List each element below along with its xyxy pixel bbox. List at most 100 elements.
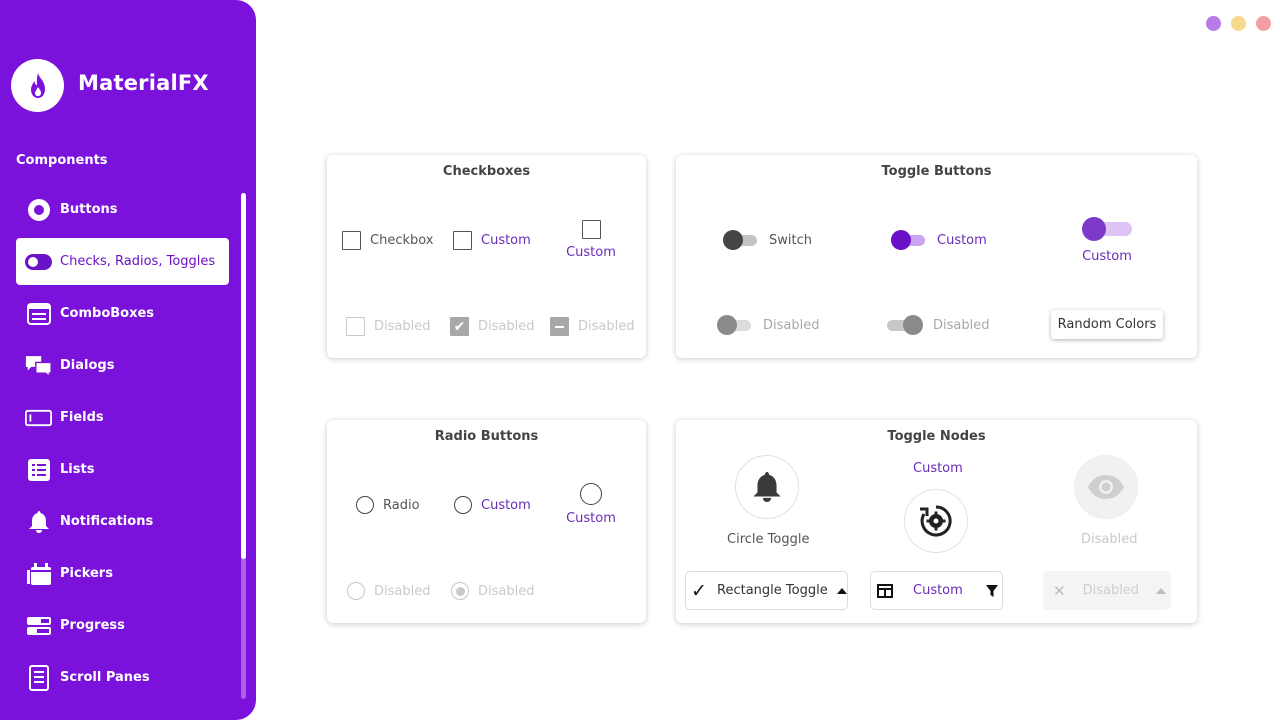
toggle-custom-stacked[interactable]: Custom: [1078, 217, 1136, 264]
sidebar-item-scroll-panes[interactable]: Scroll Panes: [16, 654, 229, 701]
section-title: Components: [16, 153, 108, 168]
sidebar-item-progress[interactable]: Progress: [16, 602, 229, 649]
sidebar-item-fields[interactable]: Fields: [16, 394, 229, 441]
close-icon: ✕: [1053, 581, 1066, 600]
eye-icon: [1088, 475, 1124, 499]
sidebar-item-lists[interactable]: Lists: [16, 446, 229, 493]
window-close-dot[interactable]: [1256, 16, 1271, 31]
sidebar-item-label: Fields: [60, 410, 104, 425]
radio-disabled-selected: Disabled: [451, 582, 534, 600]
checkbox-label: Disabled: [478, 319, 535, 334]
sidebar-item-label: Progress: [60, 618, 125, 633]
sidebar-scrollbar[interactable]: [241, 193, 246, 699]
radio-label: Disabled: [374, 583, 431, 599]
disabled-rectangle-label: Disabled: [1082, 583, 1140, 598]
sidebar-item-buttons[interactable]: Buttons: [16, 186, 229, 233]
sidebar-item-label: Buttons: [60, 202, 118, 217]
calendar-icon: [25, 560, 52, 587]
toggle-icon: [25, 248, 52, 275]
checkbox-label: Custom: [566, 245, 616, 260]
checkbox-custom-stacked[interactable]: Custom: [563, 220, 619, 260]
radio-circle: [347, 582, 365, 600]
indeterminate-icon: [550, 317, 569, 336]
sidebar: MaterialFX Components Buttons Checks, Ra…: [0, 0, 256, 720]
checkmark-icon: ✔: [450, 317, 469, 336]
custom-rectangle-toggle[interactable]: Custom: [870, 571, 1003, 610]
rectangle-toggle-label: Rectangle Toggle: [717, 583, 828, 598]
sidebar-scrollbar-thumb[interactable]: [241, 193, 246, 559]
disabled-circle-label: Disabled: [1081, 532, 1138, 547]
sidebar-item-notifications[interactable]: Notifications: [16, 498, 229, 545]
checkbox-custom[interactable]: Custom: [453, 231, 531, 250]
bell-icon: [25, 508, 52, 535]
switch-toggle[interactable]: [723, 230, 759, 250]
window-minimize-dot[interactable]: [1206, 16, 1221, 31]
checkbox-box: [346, 317, 365, 336]
radio-label: Custom: [566, 511, 616, 526]
checkbox-disabled-indeterminate: Disabled: [550, 317, 634, 336]
brand-title: MaterialFX: [78, 71, 209, 95]
sidebar-item-dialogs[interactable]: Dialogs: [16, 342, 229, 389]
toggle-label: Custom: [1082, 249, 1132, 264]
disabled-circle-toggle: [1074, 455, 1138, 519]
disabled-toggle: [717, 315, 753, 335]
radio-default[interactable]: Radio: [356, 496, 420, 514]
checkbox-default[interactable]: Checkbox: [342, 231, 434, 250]
radio-label: Custom: [481, 497, 531, 513]
progress-icon: [25, 612, 52, 639]
sidebar-item-checks-radios-toggles[interactable]: Checks, Radios, Toggles: [16, 238, 229, 285]
sidebar-item-pickers[interactable]: Pickers: [16, 550, 229, 597]
toggle-disabled-on: Disabled: [887, 315, 989, 335]
random-colors-button[interactable]: Random Colors: [1051, 310, 1163, 339]
card-title: Toggle Buttons: [881, 164, 992, 179]
radio-circle[interactable]: [454, 496, 472, 514]
radio-circle[interactable]: [580, 483, 602, 505]
sidebar-item-label: ComboBoxes: [60, 306, 155, 321]
checkboxes-card: Checkboxes Checkbox Custom Custom Disabl…: [327, 155, 646, 358]
disabled-rectangle-toggle: ✕ Disabled: [1043, 571, 1171, 610]
filter-icon: [985, 584, 998, 597]
checkbox-disabled-unchecked: Disabled: [346, 317, 430, 336]
toggle-label: Disabled: [763, 317, 820, 333]
bell-icon: [753, 472, 781, 502]
caret-up-icon: [836, 587, 847, 594]
toggle-custom[interactable]: Custom: [891, 230, 987, 250]
logo: [11, 59, 64, 112]
window-maximize-dot[interactable]: [1231, 16, 1246, 31]
custom-circle-label: Custom: [913, 461, 963, 476]
radio-circle[interactable]: [356, 496, 374, 514]
toggle-label: Disabled: [933, 317, 990, 333]
card-title: Checkboxes: [442, 164, 531, 179]
checkmark-icon: ✓: [691, 579, 707, 602]
sidebar-item-label: Notifications: [60, 514, 154, 529]
toggle-label: Switch: [769, 232, 812, 248]
radio-custom[interactable]: Custom: [454, 496, 531, 514]
custom-circle-toggle[interactable]: [904, 489, 968, 553]
checkbox-label: Custom: [481, 233, 531, 248]
sidebar-nav: Buttons Checks, Radios, Toggles ComboBox…: [16, 186, 229, 706]
toggle-switch[interactable]: Switch: [723, 230, 812, 250]
radio-disabled-unselected: Disabled: [347, 582, 430, 600]
sidebar-item-label: Dialogs: [60, 358, 115, 373]
sidebar-item-label: Pickers: [60, 566, 113, 581]
circle-toggle[interactable]: [735, 455, 799, 519]
custom-toggle-large[interactable]: [1082, 217, 1132, 241]
radio-buttons-card: Radio Buttons Radio Custom Custom Disabl…: [327, 420, 646, 623]
checkbox-box[interactable]: [581, 220, 601, 239]
radio-custom-stacked[interactable]: Custom: [563, 483, 619, 526]
sidebar-item-label: Checks, Radios, Toggles: [60, 254, 216, 269]
checkbox-label: Disabled: [578, 319, 635, 334]
checkbox-disabled-checked: ✔ Disabled: [450, 317, 534, 336]
checkbox-label: Checkbox: [370, 233, 434, 248]
checkbox-label: Disabled: [374, 319, 431, 334]
custom-toggle[interactable]: [891, 230, 927, 250]
radio-circle-icon: [25, 196, 52, 223]
checkbox-box[interactable]: [342, 231, 361, 250]
checkbox-box[interactable]: [453, 231, 472, 250]
rectangle-toggle[interactable]: ✓ Rectangle Toggle: [685, 571, 848, 610]
card-title: Radio Buttons: [434, 429, 539, 444]
disabled-toggle: [887, 315, 923, 335]
card-title: Toggle Nodes: [887, 429, 986, 444]
sidebar-item-comboboxes[interactable]: ComboBoxes: [16, 290, 229, 337]
sidebar-item-label: Scroll Panes: [60, 670, 150, 685]
